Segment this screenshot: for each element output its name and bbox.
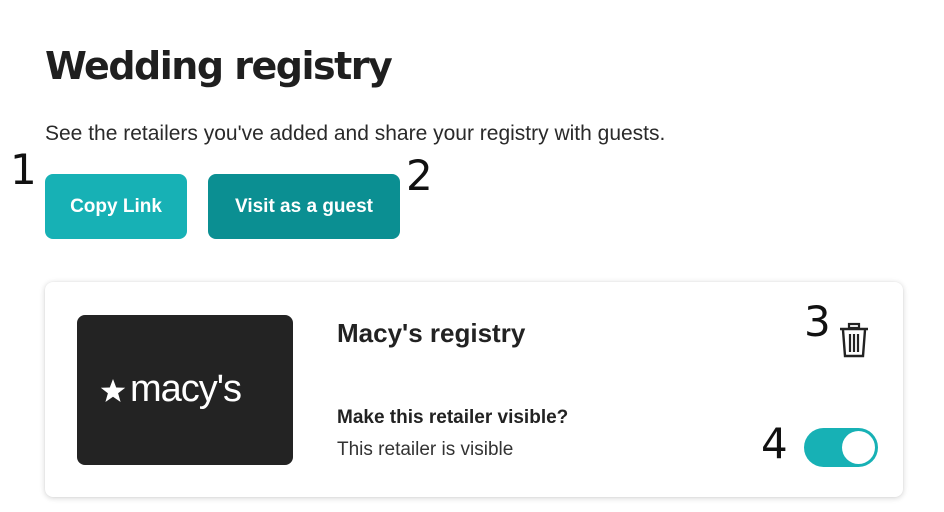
annotation-marker-2: 2	[406, 151, 433, 200]
toggle-knob	[842, 431, 875, 464]
trash-icon	[840, 322, 868, 358]
visibility-toggle[interactable]	[804, 428, 878, 467]
delete-retailer-button[interactable]	[837, 322, 871, 358]
macys-star-logo-icon: macy's	[100, 368, 242, 410]
copy-link-button[interactable]: Copy Link	[45, 174, 187, 239]
annotation-marker-4: 4	[761, 419, 788, 468]
retailer-logo: macy's	[77, 315, 293, 465]
retailer-card: macy's Macy's registry Make this retaile…	[45, 282, 903, 497]
registry-page: Wedding registry See the retailers you'v…	[0, 0, 944, 512]
retailer-logo-text: macy's	[130, 368, 241, 410]
retailer-name: Macy's registry	[337, 318, 526, 348]
visibility-question: Make this retailer visible?	[337, 407, 569, 428]
page-title: Wedding registry	[45, 44, 393, 88]
visibility-status: This retailer is visible	[337, 439, 514, 460]
annotation-marker-1: 1	[10, 145, 37, 194]
annotation-marker-3: 3	[804, 297, 831, 346]
visit-as-guest-button[interactable]: Visit as a guest	[208, 174, 400, 239]
page-subtitle: See the retailers you've added and share…	[45, 122, 666, 145]
